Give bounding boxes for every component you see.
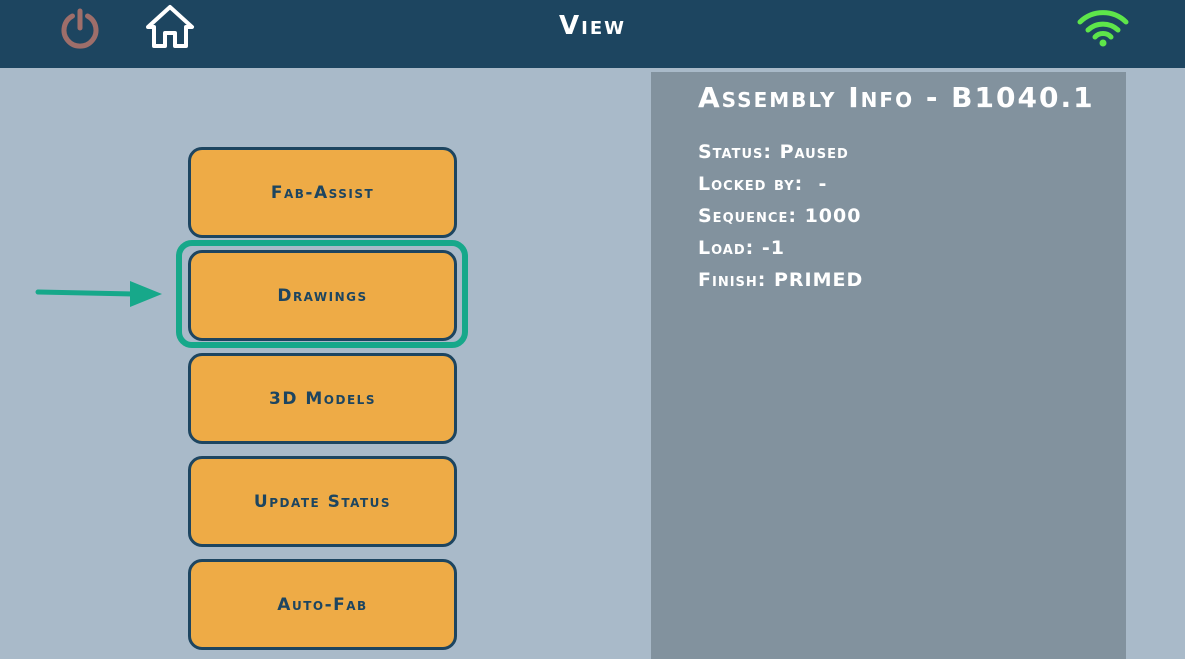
assembly-info-title: Assembly Info - B1040.1 — [698, 81, 1095, 114]
drawings-button[interactable]: Drawings — [188, 250, 457, 341]
sequence-line: Sequence: 1000 — [698, 205, 862, 227]
arrow-icon — [34, 279, 166, 309]
3d-models-button[interactable]: 3D Models — [188, 353, 457, 444]
top-bar: View — [0, 0, 1185, 68]
fab-assist-button[interactable]: Fab-Assist — [188, 147, 457, 238]
assembly-info-panel: Assembly Info - B1040.1 Status: Paused L… — [651, 72, 1126, 659]
auto-fab-button[interactable]: Auto-Fab — [188, 559, 457, 650]
finish-line: Finish: PRIMED — [698, 269, 864, 291]
assembly-info-details: Status: Paused Locked by: - Sequence: 10… — [698, 141, 863, 301]
locked-by-line: Locked by: - — [698, 173, 828, 195]
wifi-icon — [1077, 10, 1129, 47]
status-line: Status: Paused — [698, 141, 849, 163]
wifi-status — [1076, 8, 1130, 48]
page-title: View — [559, 11, 626, 41]
load-line: Load: -1 — [698, 237, 785, 259]
update-status-button[interactable]: Update Status — [188, 456, 457, 547]
